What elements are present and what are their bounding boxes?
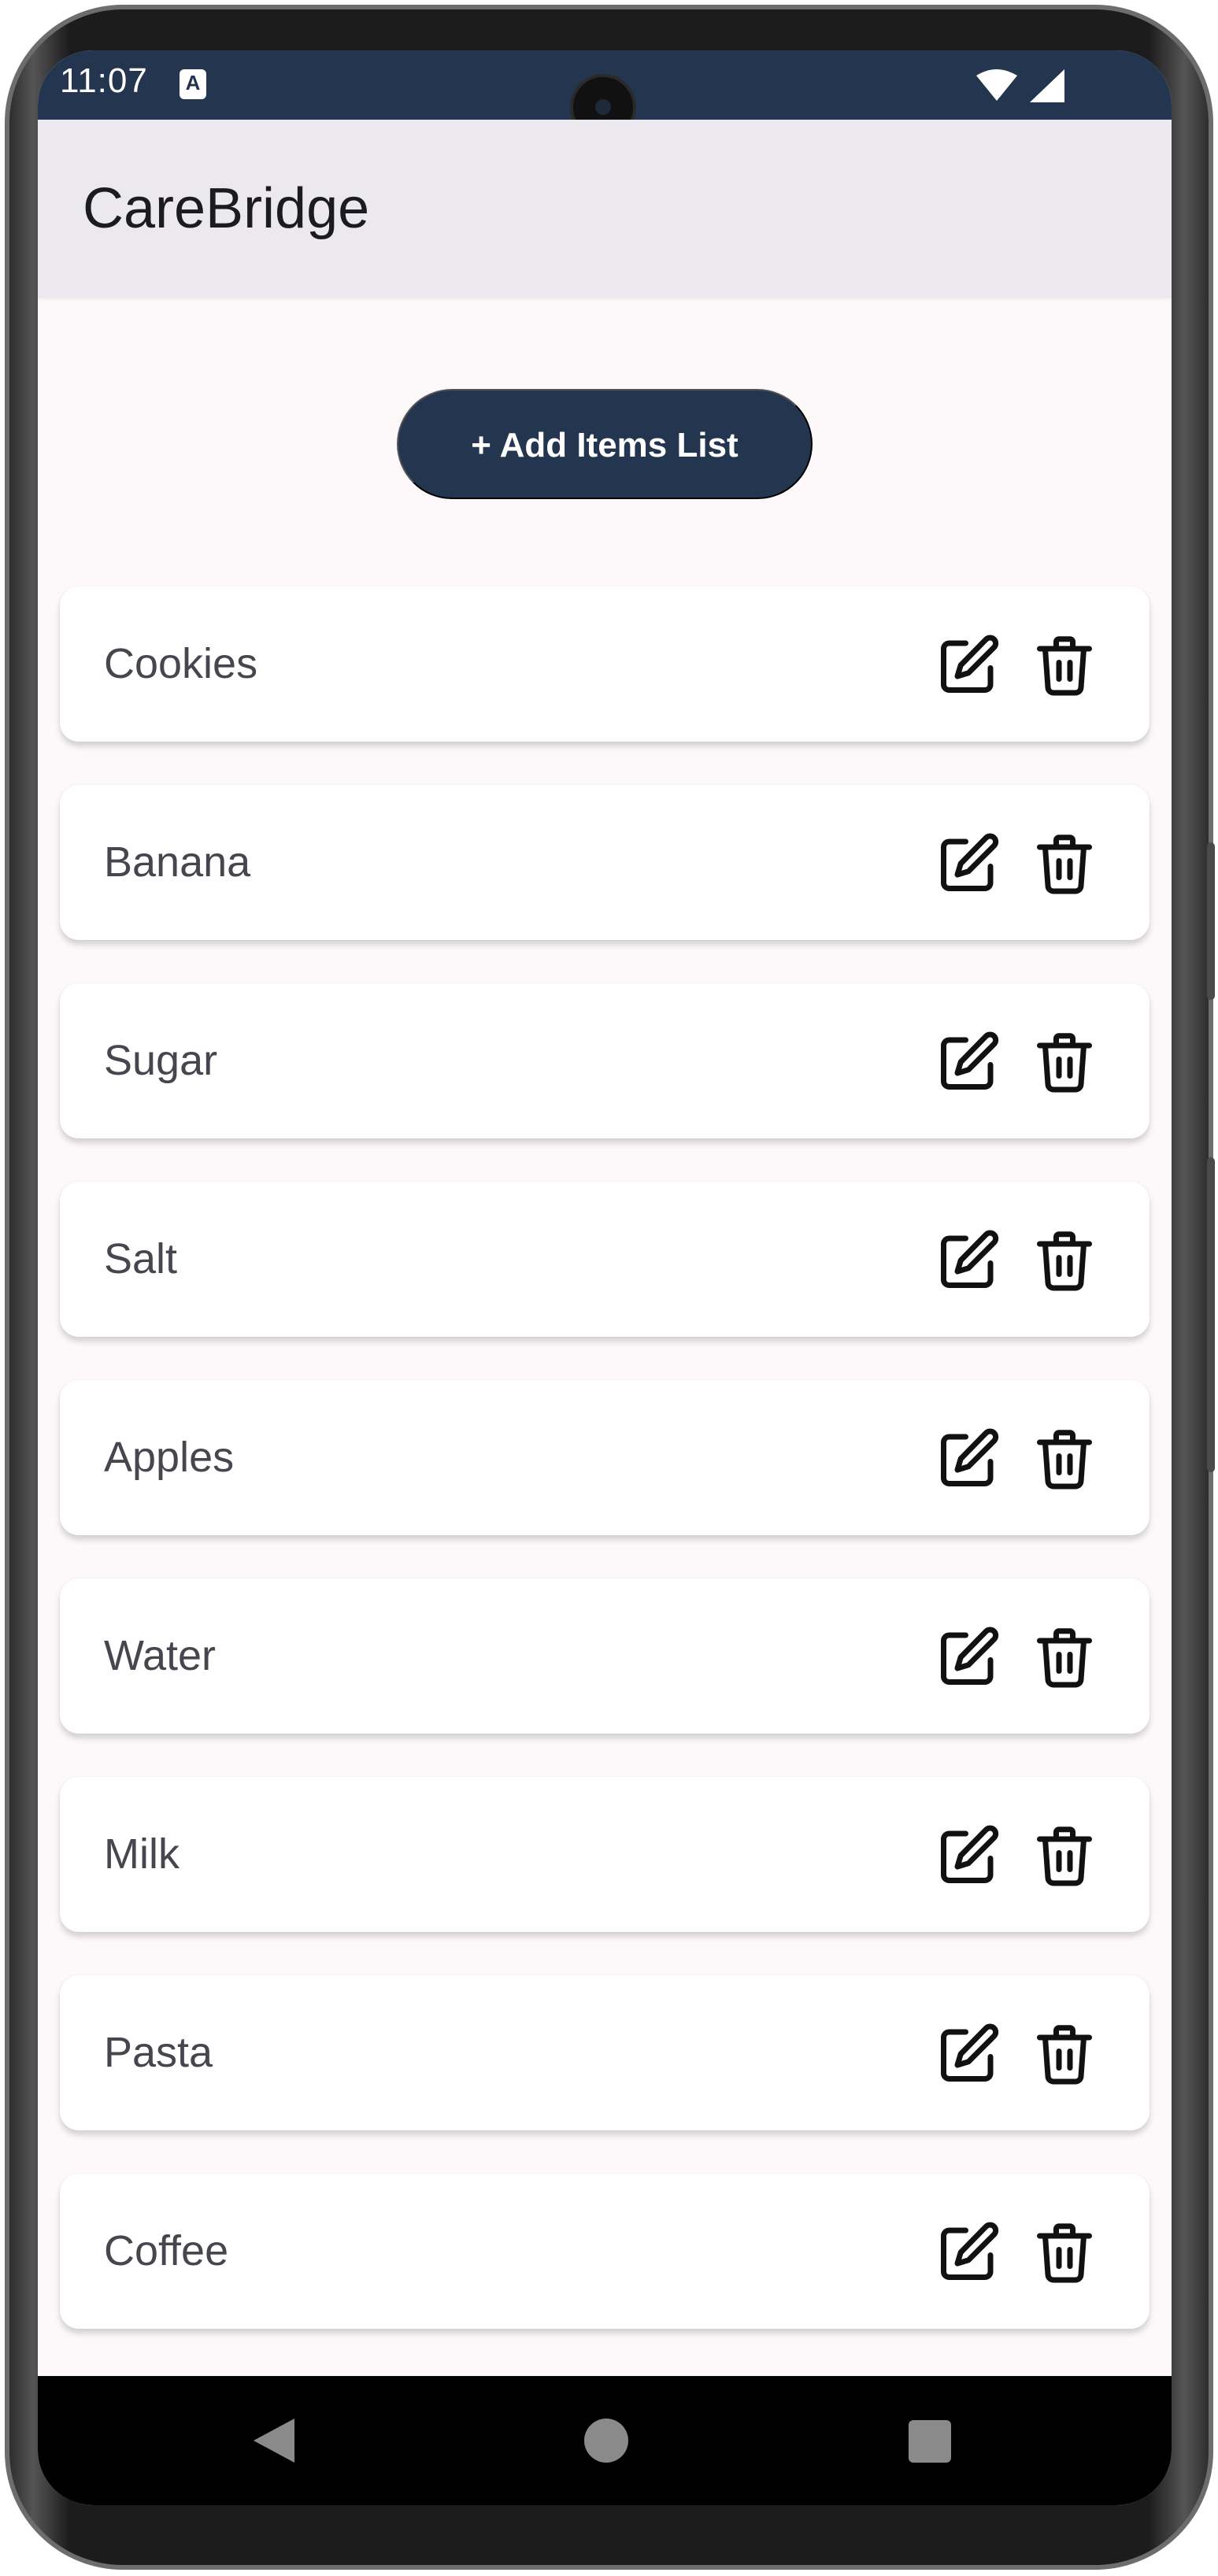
- item-label: Sugar: [104, 1037, 218, 1084]
- recents-icon[interactable]: [909, 2420, 951, 2463]
- list-item[interactable]: Sugar: [60, 983, 1150, 1138]
- trash-icon[interactable]: [1031, 1227, 1098, 1294]
- status-time: 11:07: [60, 61, 148, 100]
- edit-icon[interactable]: [935, 2021, 1001, 2087]
- edit-icon[interactable]: [935, 831, 1001, 897]
- item-label: Water: [104, 1632, 217, 1679]
- list-item[interactable]: Coffee: [60, 2174, 1150, 2329]
- screen: 11:07 A CareBridge + Add Items List Cook…: [38, 50, 1172, 2505]
- notification-badge-icon: A: [180, 69, 206, 99]
- status-icons: [976, 69, 1064, 102]
- edit-icon[interactable]: [935, 632, 1001, 698]
- wifi-icon: [976, 69, 1017, 101]
- trash-icon[interactable]: [1031, 2219, 1098, 2285]
- trash-icon[interactable]: [1031, 1426, 1098, 1492]
- device-frame: 11:07 A CareBridge + Add Items List Cook…: [0, 0, 1218, 2576]
- edit-icon[interactable]: [935, 1029, 1001, 1095]
- item-label: Banana: [104, 838, 251, 886]
- trash-icon[interactable]: [1031, 831, 1098, 897]
- system-nav-bar: [38, 2376, 1172, 2505]
- item-label: Pasta: [104, 2029, 213, 2076]
- item-label: Milk: [104, 1830, 180, 1878]
- list-item[interactable]: Apples: [60, 1380, 1150, 1535]
- add-items-list-button[interactable]: + Add Items List: [397, 389, 813, 499]
- volume-button: [1207, 842, 1215, 1000]
- trash-icon[interactable]: [1031, 1029, 1098, 1095]
- list-item[interactable]: Banana: [60, 785, 1150, 940]
- home-icon[interactable]: [584, 2419, 628, 2463]
- app-bar: CareBridge: [38, 120, 1172, 298]
- edit-icon[interactable]: [935, 1624, 1001, 1690]
- edit-icon[interactable]: [935, 2219, 1001, 2285]
- list-item[interactable]: Milk: [60, 1777, 1150, 1932]
- edit-icon[interactable]: [935, 1426, 1001, 1492]
- power-button: [1207, 1157, 1215, 1472]
- list-item[interactable]: Water: [60, 1579, 1150, 1734]
- list-item[interactable]: Pasta: [60, 1975, 1150, 2130]
- trash-icon[interactable]: [1031, 2021, 1098, 2087]
- edit-icon[interactable]: [935, 1227, 1001, 1294]
- item-label: Cookies: [104, 640, 258, 687]
- cellular-signal-icon: [1030, 69, 1064, 102]
- list-item[interactable]: Salt: [60, 1182, 1150, 1337]
- app-title: CareBridge: [83, 177, 370, 240]
- list-item[interactable]: Cookies: [60, 587, 1150, 742]
- trash-icon[interactable]: [1031, 1823, 1098, 1889]
- item-label: Apples: [104, 1434, 235, 1481]
- edit-icon[interactable]: [935, 1823, 1001, 1889]
- item-label: Coffee: [104, 2227, 229, 2274]
- trash-icon[interactable]: [1031, 1624, 1098, 1690]
- back-icon[interactable]: [250, 2415, 298, 2466]
- trash-icon[interactable]: [1031, 632, 1098, 698]
- item-label: Salt: [104, 1235, 178, 1282]
